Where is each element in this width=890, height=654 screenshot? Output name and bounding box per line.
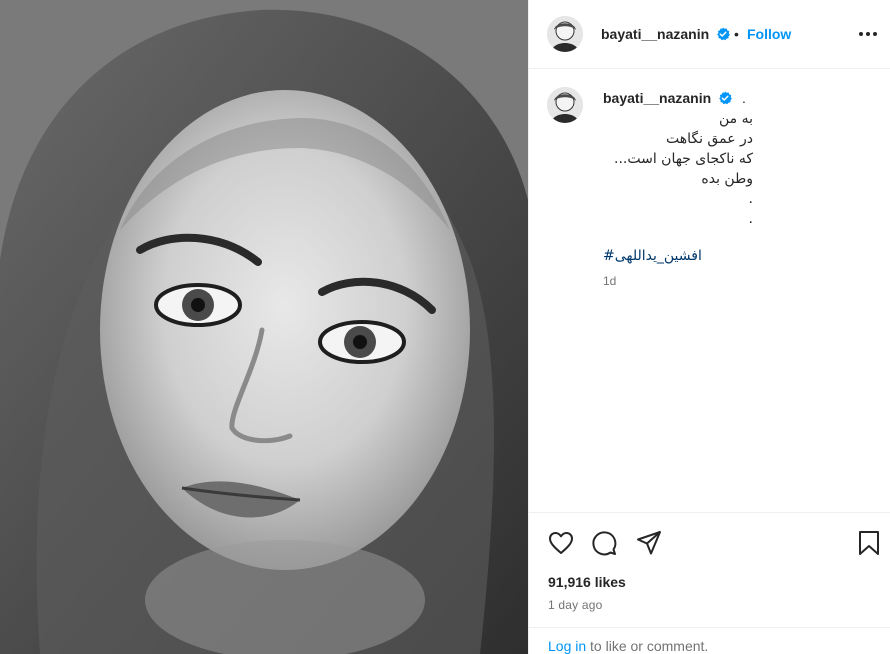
post-header: bayati__nazanin • Follow (529, 0, 890, 69)
caption-line: در عمق نگاهت (665, 131, 753, 147)
caption-username-wrap: bayati__nazanin . (603, 90, 746, 106)
avatar[interactable] (547, 16, 583, 52)
heart-icon[interactable] (547, 529, 575, 557)
caption-line: که ناکجای جهان است... (614, 151, 753, 167)
login-text-wrap: Log in to like or comment. (548, 638, 708, 654)
avatar[interactable] (547, 87, 583, 123)
profile-picture (547, 16, 583, 52)
like-count[interactable]: 91,916 likes (548, 574, 626, 590)
caption-line: وطن بده (701, 171, 753, 187)
post-side-panel: bayati__nazanin • Follow bayati__nazanin (528, 0, 890, 654)
portrait-illustration (0, 0, 528, 654)
profile-picture (547, 87, 583, 123)
login-suffix: to like or comment. (586, 638, 709, 654)
caption-username[interactable]: bayati__nazanin (603, 90, 711, 106)
caption-line: . (748, 191, 753, 207)
caption-line: به من (718, 111, 753, 127)
caption-section: bayati__nazanin . به من در عمق نگاهت که … (529, 70, 890, 512)
caption-hashtag-link[interactable]: #افشین_یداللهی (603, 248, 702, 264)
comment-icon[interactable] (590, 529, 618, 557)
caption-line: . (748, 211, 753, 227)
action-bar (529, 512, 890, 572)
bookmark-icon[interactable] (855, 529, 883, 557)
send-icon[interactable] (635, 529, 663, 557)
post-timestamp[interactable]: 1 day ago (548, 598, 603, 612)
login-link[interactable]: Log in (548, 638, 586, 654)
separator-dot: • (734, 26, 739, 42)
caption-trailing-dot: . (741, 90, 746, 106)
header-username[interactable]: bayati__nazanin (601, 26, 709, 42)
verified-badge-icon (719, 91, 732, 105)
post-photo[interactable] (0, 0, 528, 654)
verified-badge-icon (717, 27, 730, 41)
follow-button[interactable]: Follow (747, 26, 791, 42)
login-prompt: Log in to like or comment. (529, 627, 890, 654)
header-username-wrap: bayati__nazanin (601, 26, 730, 42)
more-horizontal-icon[interactable] (856, 24, 880, 44)
caption-timestamp[interactable]: 1d (603, 274, 616, 288)
caption-text: به من در عمق نگاهت که ناکجای جهان است...… (603, 109, 753, 229)
